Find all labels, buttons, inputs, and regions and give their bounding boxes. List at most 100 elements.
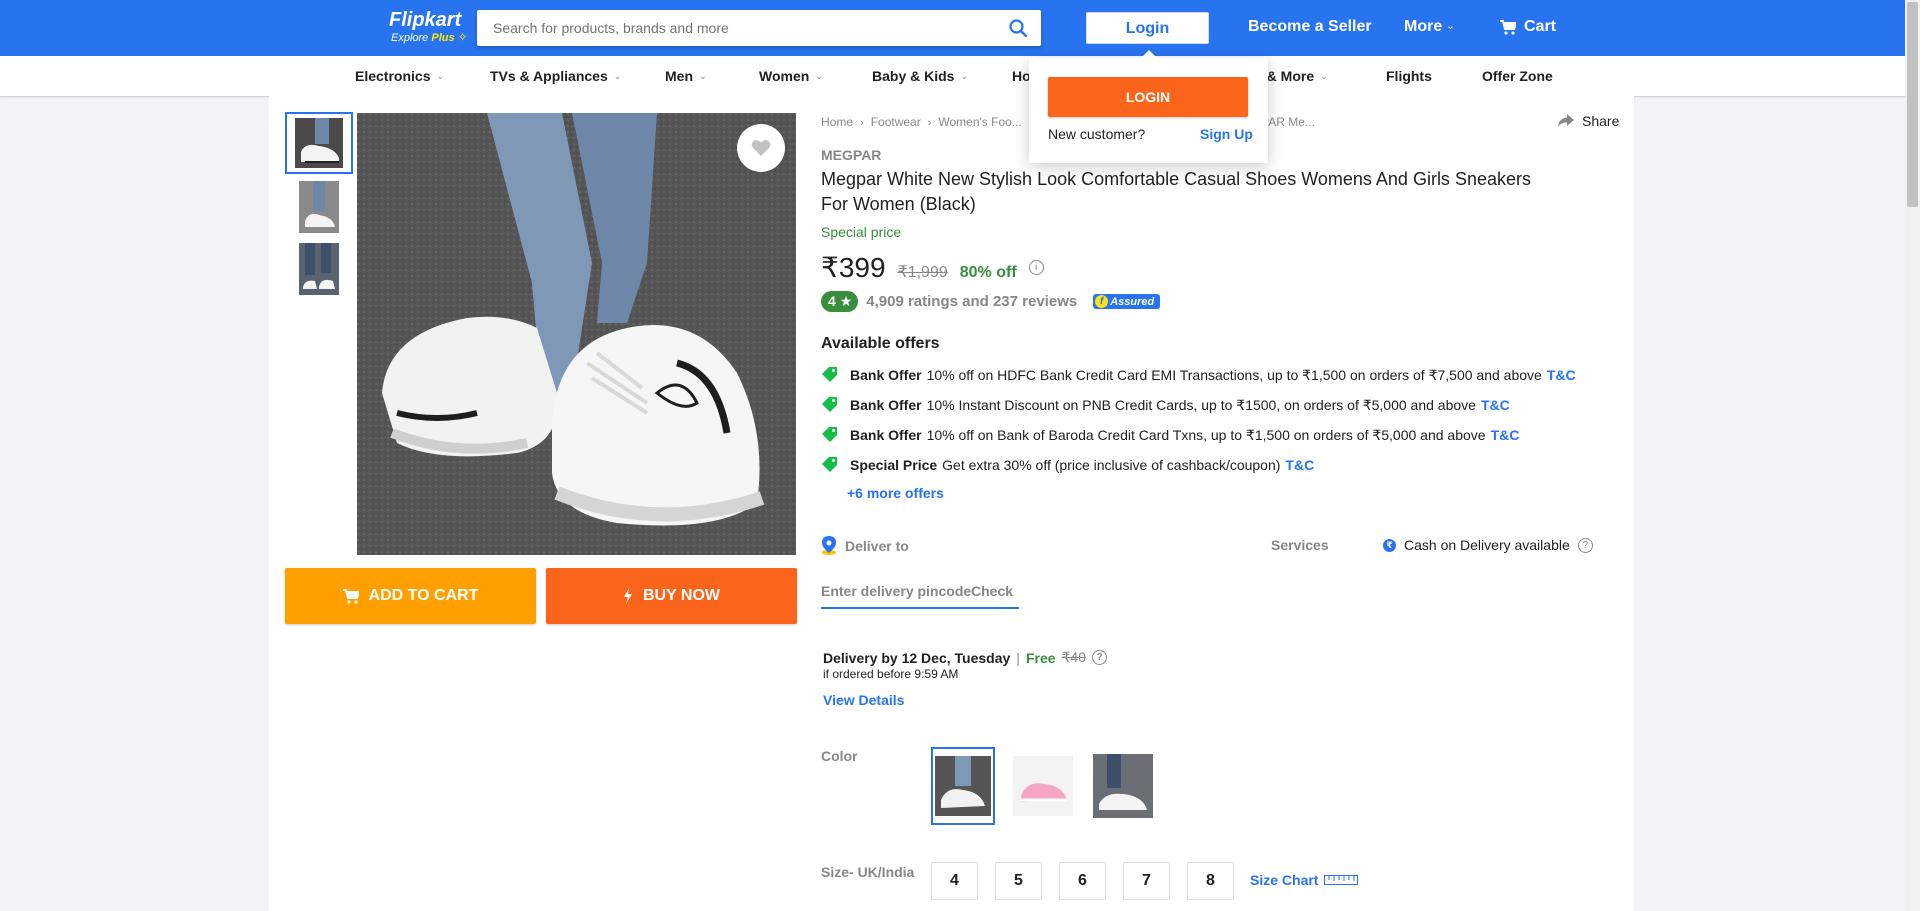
category-offer-zone[interactable]: Offer Zone [1482, 68, 1553, 84]
offer-text: 10% off on HDFC Bank Credit Card EMI Tra… [926, 366, 1542, 383]
more-menu[interactable]: More ⌄ [1404, 18, 1455, 36]
rating-value: 4 [828, 293, 836, 309]
size-option-6[interactable]: 6 [1059, 862, 1106, 900]
offer-tc-link[interactable]: T&C [1547, 367, 1576, 383]
size-option-5[interactable]: 5 [995, 862, 1042, 900]
chevron-down-icon: ⌄ [436, 71, 445, 81]
offer-tc-link[interactable]: T&C [1481, 397, 1510, 413]
size-chart-link[interactable]: Size Chart [1250, 872, 1359, 888]
offer-text: 10% off on Bank of Baroda Credit Card Tx… [926, 426, 1486, 443]
assured-badge: f Assured [1093, 294, 1161, 309]
category-label: Men [665, 68, 693, 84]
category-label: Offer Zone [1482, 68, 1553, 84]
category-label: Electronics [355, 68, 431, 84]
page-scrollbar[interactable] [1905, 0, 1920, 911]
category-home[interactable]: Ho [1012, 68, 1031, 84]
special-price-label: Special price [821, 224, 902, 240]
category-baby-kids[interactable]: Baby & Kids ⌄ [872, 68, 968, 84]
search-bar [477, 10, 1041, 46]
more-label: More [1404, 18, 1443, 35]
pincode-input[interactable] [821, 583, 971, 599]
help-icon[interactable]: ? [1577, 537, 1593, 553]
search-input[interactable] [477, 10, 977, 46]
offer-item: Bank Offer 10% off on Bank of Baroda Cred… [821, 426, 1519, 444]
category-flights[interactable]: Flights [1386, 68, 1432, 84]
offer-type: Bank Offer [850, 427, 922, 443]
more-offers-link[interactable]: +6 more offers [847, 485, 944, 501]
category-men[interactable]: Men ⌄ [665, 68, 707, 84]
swatch-image [1093, 754, 1153, 818]
category-label: Ho [1012, 68, 1031, 84]
offer-tag-icon [822, 367, 837, 382]
product-brand: MEGPAR [821, 147, 882, 163]
size-option-4[interactable]: 4 [931, 862, 978, 900]
dropdown-arrow [1141, 50, 1157, 58]
category-label: Women [759, 68, 810, 84]
category-tvs-appliances[interactable]: TVs & Appliances ⌄ [490, 68, 621, 84]
color-swatch-white-black[interactable] [931, 747, 995, 825]
sign-up-link[interactable]: Sign Up [1200, 126, 1253, 142]
share-button[interactable]: Share [1558, 113, 1619, 129]
chevron-right-icon: › [927, 117, 932, 129]
offer-type: Special Price [850, 457, 938, 473]
rupee-icon: ₹ [1383, 538, 1396, 552]
help-icon[interactable]: ? [1092, 650, 1107, 665]
offer-item: Bank Offer 10% off on HDFC Bank Credit Ca… [821, 366, 1576, 384]
breadcrumb-home[interactable]: Home [821, 115, 853, 129]
thumbnail-2[interactable] [285, 176, 353, 238]
shoe-thumbnail-image [295, 118, 343, 168]
offer-tc-link[interactable]: T&C [1491, 427, 1520, 443]
thumbnail-1[interactable] [285, 112, 353, 174]
breadcrumb-footwear[interactable]: Footwear [871, 115, 921, 129]
ratings-reviews-count[interactable]: 4,909 ratings and 237 reviews [866, 293, 1077, 310]
breadcrumb-womens-footwear[interactable]: Women's Foo... [938, 115, 1021, 129]
category-women[interactable]: Women ⌄ [759, 68, 823, 84]
cart-icon [1500, 19, 1516, 35]
order-cutoff-text: if ordered before 9:59 AM [823, 667, 959, 681]
info-icon[interactable]: i [1028, 260, 1044, 275]
buy-now-button[interactable]: BUY NOW [546, 568, 797, 624]
rating-row: 4 ★ 4,909 ratings and 237 reviews f Assur… [821, 291, 1161, 312]
size-option-7[interactable]: 7 [1123, 862, 1170, 900]
deliver-to-text: Deliver to [845, 537, 909, 554]
become-seller-link[interactable]: Become a Seller [1248, 18, 1372, 36]
original-price: ₹1,999 [897, 264, 948, 281]
main-product-image[interactable] [357, 113, 796, 555]
color-swatch-white-grey[interactable] [1091, 747, 1155, 825]
discount-percent: 80% off [959, 264, 1017, 281]
wishlist-button[interactable] [737, 124, 785, 172]
star-icon: ★ [839, 293, 853, 309]
category-electronics[interactable]: Electronics ⌄ [355, 68, 444, 84]
scrollbar-thumb[interactable] [1907, 2, 1918, 207]
offer-tc-link[interactable]: T&C [1285, 457, 1314, 473]
check-pincode-button[interactable]: Check [971, 583, 1013, 599]
sneaker-photo [357, 113, 796, 555]
add-to-cart-button[interactable]: ADD TO CART [285, 568, 536, 624]
top-header: Flipkart Explore Plus ✧ Login Become a S… [0, 0, 1905, 56]
delivery-estimate: Delivery by 12 Dec, Tuesday | Free ₹40 ? [823, 649, 1107, 666]
cart-link[interactable]: Cart [1500, 18, 1556, 36]
chevron-right-icon: › [860, 117, 864, 129]
search-icon[interactable] [1009, 19, 1027, 37]
services-label: Services [1271, 537, 1329, 553]
offer-tag-icon [822, 397, 837, 412]
color-swatch-pink[interactable] [1011, 747, 1075, 825]
separator: | [1016, 649, 1020, 666]
view-details-link[interactable]: View Details [823, 692, 904, 708]
offer-item: Bank Offer 10% Instant Discount on PNB Cr… [821, 396, 1510, 414]
buy-now-label: BUY NOW [642, 587, 721, 604]
cod-text: Cash on Delivery available [1404, 537, 1570, 553]
cart-label: Cart [1524, 18, 1557, 35]
category-label: Baby & Kids [872, 68, 955, 84]
offer-text: Get extra 30% off (price inclusive of ca… [942, 457, 1281, 473]
chevron-down-icon: ⌄ [1320, 71, 1328, 81]
dropdown-login-button[interactable]: LOGIN [1048, 77, 1248, 117]
size-option-8[interactable]: 8 [1187, 862, 1234, 900]
login-button[interactable]: Login [1086, 12, 1209, 44]
flipkart-logo[interactable]: Flipkart Explore Plus ✧ [389, 9, 468, 45]
thumbnail-3[interactable] [285, 238, 353, 300]
category-label: TVs & Appliances [490, 68, 608, 84]
breadcrumb-megpar[interactable]: PAR Me... [1261, 115, 1315, 129]
assured-label: Assured [1110, 295, 1155, 308]
product-title: Megpar White New Stylish Look Comfortabl… [821, 169, 1531, 214]
